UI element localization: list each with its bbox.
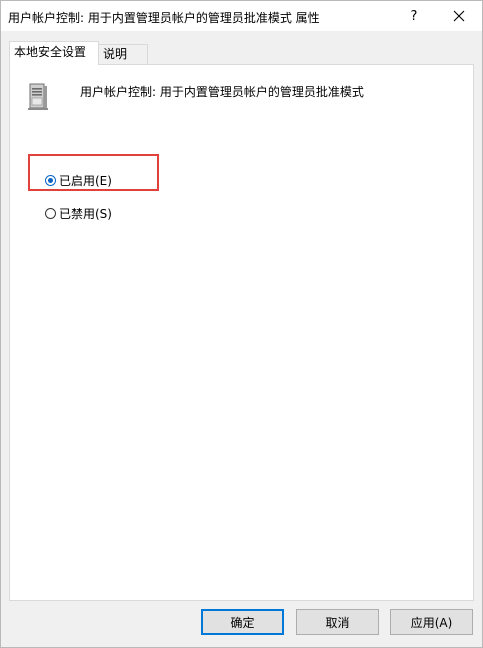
- close-button[interactable]: [436, 1, 482, 31]
- server-policy-icon: [28, 83, 48, 110]
- close-icon: [453, 10, 465, 22]
- tab-local-security-setting[interactable]: 本地安全设置: [9, 41, 99, 65]
- cancel-button[interactable]: 取消: [296, 609, 379, 635]
- help-button[interactable]: ?: [391, 1, 437, 31]
- option-enabled[interactable]: 已启用(E): [45, 172, 112, 189]
- option-disabled-label[interactable]: 已禁用(S): [59, 205, 112, 222]
- tab-explain[interactable]: 说明: [98, 44, 148, 64]
- policy-name: 用户帐户控制: 用于内置管理员帐户的管理员批准模式: [80, 85, 364, 99]
- tab-panel: 用户帐户控制: 用于内置管理员帐户的管理员批准模式 已启用(E) 已禁用(S): [9, 64, 474, 601]
- ok-button[interactable]: 确定: [201, 609, 284, 635]
- window-title: 用户帐户控制: 用于内置管理员帐户的管理员批准模式 属性: [8, 11, 320, 25]
- title-bar: 用户帐户控制: 用于内置管理员帐户的管理员批准模式 属性 ?: [1, 1, 482, 31]
- tab-label: 说明: [103, 47, 128, 61]
- apply-button[interactable]: 应用(A): [390, 609, 473, 635]
- radio-enabled[interactable]: [45, 175, 56, 186]
- option-enabled-label[interactable]: 已启用(E): [59, 172, 112, 189]
- radio-disabled[interactable]: [45, 208, 56, 219]
- option-disabled[interactable]: 已禁用(S): [45, 205, 112, 222]
- tab-label: 本地安全设置: [14, 45, 87, 59]
- properties-dialog: 用户帐户控制: 用于内置管理员帐户的管理员批准模式 属性 ? 本地安全设置 说明…: [0, 0, 483, 648]
- help-icon: ?: [410, 8, 418, 24]
